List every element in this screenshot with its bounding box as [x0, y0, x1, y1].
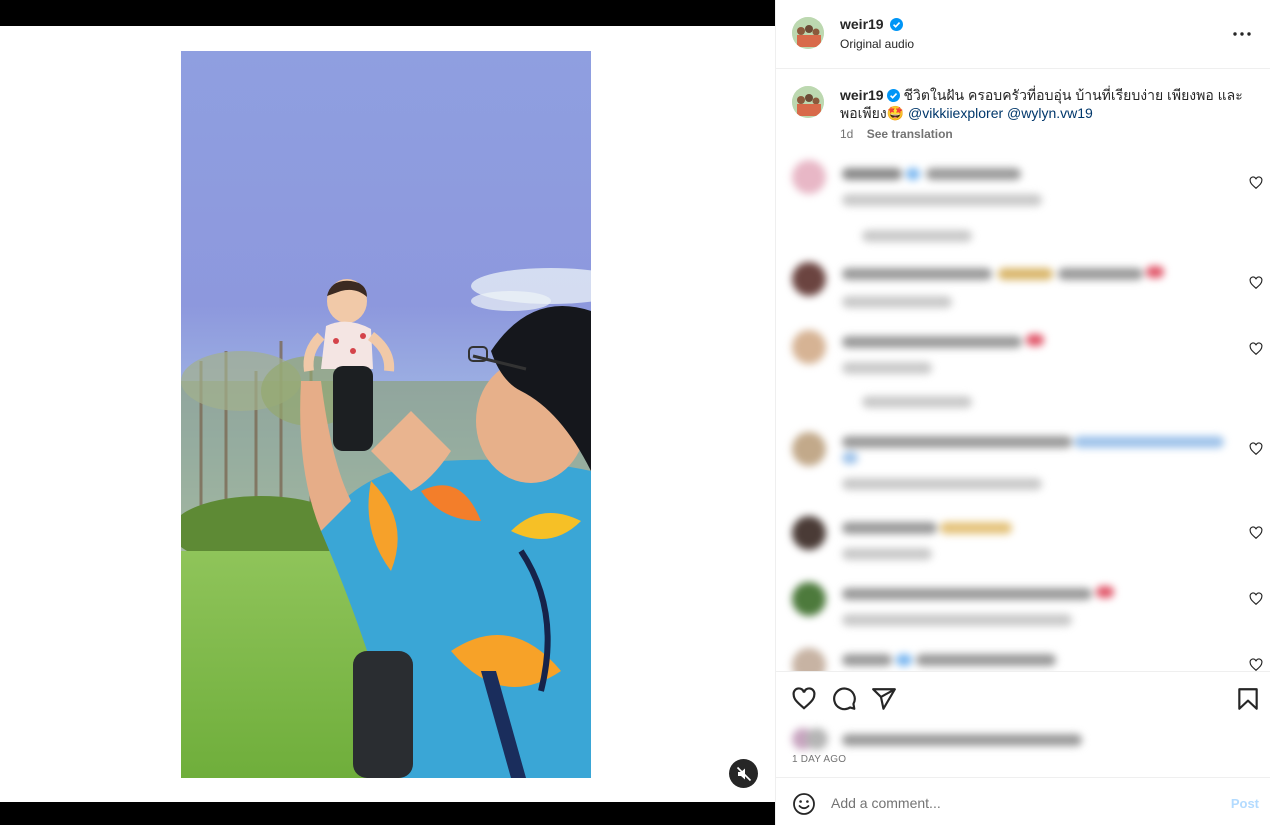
- caption-time[interactable]: 1d: [840, 127, 853, 141]
- caption-username[interactable]: weir19: [840, 87, 884, 103]
- share-icon[interactable]: [871, 686, 897, 712]
- author-name-row: weir19: [840, 16, 904, 32]
- audio-label[interactable]: Original audio: [840, 37, 914, 51]
- media-area: [0, 0, 775, 825]
- verified-badge-icon: [886, 89, 900, 102]
- commenter-avatar: [792, 330, 826, 364]
- likes-summary-blurred: [792, 728, 1082, 750]
- post-timestamp[interactable]: 1 DAY AGO: [792, 754, 846, 765]
- verified-badge-icon: [890, 18, 904, 31]
- comment-icon[interactable]: [831, 686, 857, 712]
- commenter-avatar: [792, 516, 826, 550]
- post-video[interactable]: [181, 51, 591, 778]
- comments-list[interactable]: weir19 ชีวิตในฝัน ครอบครัวที่อบอุ่น บ้าน…: [776, 70, 1270, 671]
- heart-icon[interactable]: [791, 686, 817, 712]
- post-header: weir19 Original audio: [776, 0, 1270, 69]
- comment-input[interactable]: [831, 791, 1211, 815]
- post-actions: 1 DAY AGO: [776, 671, 1270, 777]
- like-comment-heart-icon[interactable]: [1249, 276, 1263, 290]
- author-username[interactable]: weir19: [840, 16, 884, 32]
- commenter-avatar: [792, 648, 826, 671]
- more-dots-icon: [1233, 32, 1251, 36]
- bookmark-icon[interactable]: [1235, 686, 1261, 712]
- like-comment-heart-icon[interactable]: [1249, 658, 1263, 671]
- caption-meta: 1d See translation: [840, 127, 953, 141]
- commenter-avatar: [792, 432, 826, 466]
- more-options-button[interactable]: [1230, 22, 1254, 46]
- video-frame-image: [181, 51, 591, 778]
- post-comment-button[interactable]: Post: [1231, 796, 1259, 811]
- emoji-icon[interactable]: [792, 792, 816, 816]
- commenter-avatar: [792, 582, 826, 616]
- caption-text-block: weir19 ชีวิตในฝัน ครอบครัวที่อบอุ่น บ้าน…: [840, 86, 1260, 122]
- like-comment-heart-icon[interactable]: [1249, 176, 1263, 190]
- add-comment-bar: Post: [776, 777, 1270, 825]
- like-comment-heart-icon[interactable]: [1249, 592, 1263, 606]
- commenter-avatar: [792, 262, 826, 296]
- see-translation-link[interactable]: See translation: [867, 127, 953, 141]
- caption-avatar[interactable]: [792, 86, 824, 118]
- commenter-avatar: [792, 160, 826, 194]
- like-comment-heart-icon[interactable]: [1249, 342, 1263, 356]
- like-comment-heart-icon[interactable]: [1249, 442, 1263, 456]
- post-sidebar: weir19 Original audio weir19 ชีวิตในฝัน …: [775, 0, 1270, 825]
- author-avatar[interactable]: [792, 17, 824, 49]
- like-comment-heart-icon[interactable]: [1249, 526, 1263, 540]
- mention-link[interactable]: @wylyn.vw19: [1007, 105, 1093, 121]
- mute-toggle-button[interactable]: [729, 759, 758, 788]
- mention-link[interactable]: @vikkiiexplorer: [908, 105, 1003, 121]
- muted-speaker-icon: [736, 766, 751, 781]
